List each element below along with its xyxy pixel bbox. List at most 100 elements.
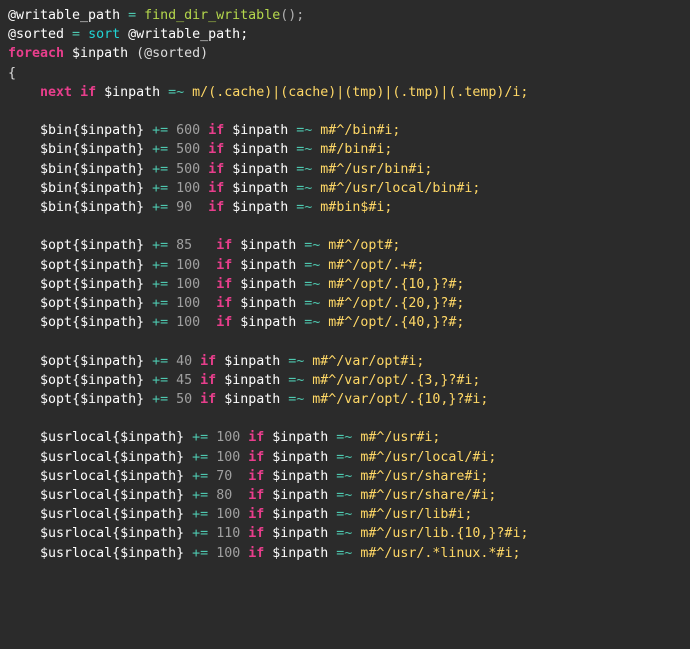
regex: ^/opt/.{20,}?# — [344, 296, 456, 311]
regex: ^/opt/.{10,}?# — [344, 277, 456, 292]
key: {$inpath} — [72, 277, 144, 292]
line: $usrlocal{$inpath} += 100 if $inpath =~ … — [8, 507, 472, 522]
kw-if: if — [200, 258, 240, 273]
hash: $usrlocal — [40, 430, 112, 445]
regex-flag: i; — [480, 488, 496, 503]
regex-delim: m# — [312, 162, 336, 177]
regex-delim: m# — [352, 488, 376, 503]
hash: $opt — [40, 296, 72, 311]
op: = — [120, 8, 144, 23]
regex-delim: m# — [312, 123, 336, 138]
blank-line — [8, 411, 16, 426]
kw-if: if — [200, 277, 240, 292]
op: += — [184, 507, 216, 522]
line: $bin{$inpath} += 500 if $inpath =~ m#^/u… — [8, 162, 432, 177]
hash: $usrlocal — [40, 546, 112, 561]
regex: ^/bin# — [336, 123, 384, 138]
line: $opt{$inpath} += 100 if $inpath =~ m#^/o… — [8, 258, 424, 273]
key: {$inpath} — [112, 488, 184, 503]
key: {$inpath} — [112, 526, 184, 541]
num: 100 — [176, 296, 200, 311]
var: $inpath — [64, 46, 136, 61]
regex-flag: i; — [504, 546, 520, 561]
regex: ^/var/opt# — [328, 354, 408, 369]
key: {$inpath} — [72, 258, 144, 273]
hash: $bin — [40, 181, 72, 196]
regex-delim: m# — [304, 373, 328, 388]
regex-delim: m# — [352, 507, 376, 522]
regex-flag: ; — [456, 277, 464, 292]
kw-if: if — [240, 507, 272, 522]
kw-if: if — [200, 162, 232, 177]
kw-if: if — [200, 238, 240, 253]
regex-flag: ; — [392, 238, 400, 253]
num: 70 — [216, 469, 240, 484]
var: @writable_path; — [120, 27, 248, 42]
num: 100 — [176, 315, 200, 330]
op: += — [144, 181, 176, 196]
kw-if: if — [192, 392, 224, 407]
op: += — [144, 200, 176, 215]
op: =~ — [288, 392, 304, 407]
regex: ^/opt/.{40,}?# — [344, 315, 456, 330]
line: $usrlocal{$inpath} += 80 if $inpath =~ m… — [8, 488, 496, 503]
line: $opt{$inpath} += 50 if $inpath =~ m#^/va… — [8, 392, 488, 407]
key: {$inpath} — [112, 430, 184, 445]
op: =~ — [304, 277, 320, 292]
key: {$inpath} — [72, 181, 144, 196]
var: $inpath — [272, 507, 336, 522]
key: {$inpath} — [72, 142, 144, 157]
blank-line — [8, 334, 16, 349]
var: $inpath — [96, 85, 168, 100]
line: @writable_path = find_dir_writable(); — [8, 8, 304, 23]
op: =~ — [304, 315, 320, 330]
var: $inpath — [272, 469, 336, 484]
regex-delim: m# — [320, 258, 344, 273]
op: =~ — [296, 181, 312, 196]
key: {$inpath} — [72, 200, 144, 215]
regex: ^/usr/share# — [376, 469, 472, 484]
op: += — [144, 277, 176, 292]
regex: ^/usr/share/# — [376, 488, 480, 503]
num: 110 — [216, 526, 240, 541]
regex-flag: i; — [472, 469, 488, 484]
kw-if: if — [200, 123, 232, 138]
regex-flag: i; — [376, 200, 392, 215]
kw-if: if — [192, 373, 224, 388]
key: {$inpath} — [72, 123, 144, 138]
line: $usrlocal{$inpath} += 100 if $inpath =~ … — [8, 430, 440, 445]
regex: (.cache)|(cache)|(tmp)|(.tmp)|(.temp) — [208, 85, 504, 100]
op: += — [144, 142, 176, 157]
kw-if: if — [240, 450, 272, 465]
op: =~ — [296, 142, 312, 157]
var: $inpath — [272, 450, 336, 465]
num: 45 — [176, 373, 192, 388]
num: 85 — [176, 238, 200, 253]
hash: $opt — [40, 258, 72, 273]
kw-if: if — [240, 469, 272, 484]
regex-flag: i; — [480, 450, 496, 465]
line: foreach $inpath (@sorted) — [8, 46, 208, 61]
key: {$inpath} — [72, 162, 144, 177]
key: {$inpath} — [72, 392, 144, 407]
hash: $usrlocal — [40, 507, 112, 522]
key: {$inpath} — [112, 507, 184, 522]
hash: $usrlocal — [40, 469, 112, 484]
op: += — [184, 526, 216, 541]
op: += — [144, 238, 176, 253]
num: 100 — [216, 546, 240, 561]
line: $opt{$inpath} += 100 if $inpath =~ m#^/o… — [8, 296, 464, 311]
num: 100 — [216, 450, 240, 465]
line: $opt{$inpath} += 45 if $inpath =~ m#^/va… — [8, 373, 480, 388]
regex-delim: m# — [312, 142, 336, 157]
blank-line — [8, 219, 16, 234]
var: $inpath — [240, 258, 304, 273]
hash: $usrlocal — [40, 526, 112, 541]
hash: $bin — [40, 123, 72, 138]
regex-flag: i; — [416, 162, 432, 177]
regex-flag: i; — [512, 526, 528, 541]
regex: ^/usr/lib.{10,}?# — [376, 526, 512, 541]
op: += — [144, 373, 176, 388]
op: += — [144, 123, 176, 138]
var: $inpath — [240, 315, 304, 330]
